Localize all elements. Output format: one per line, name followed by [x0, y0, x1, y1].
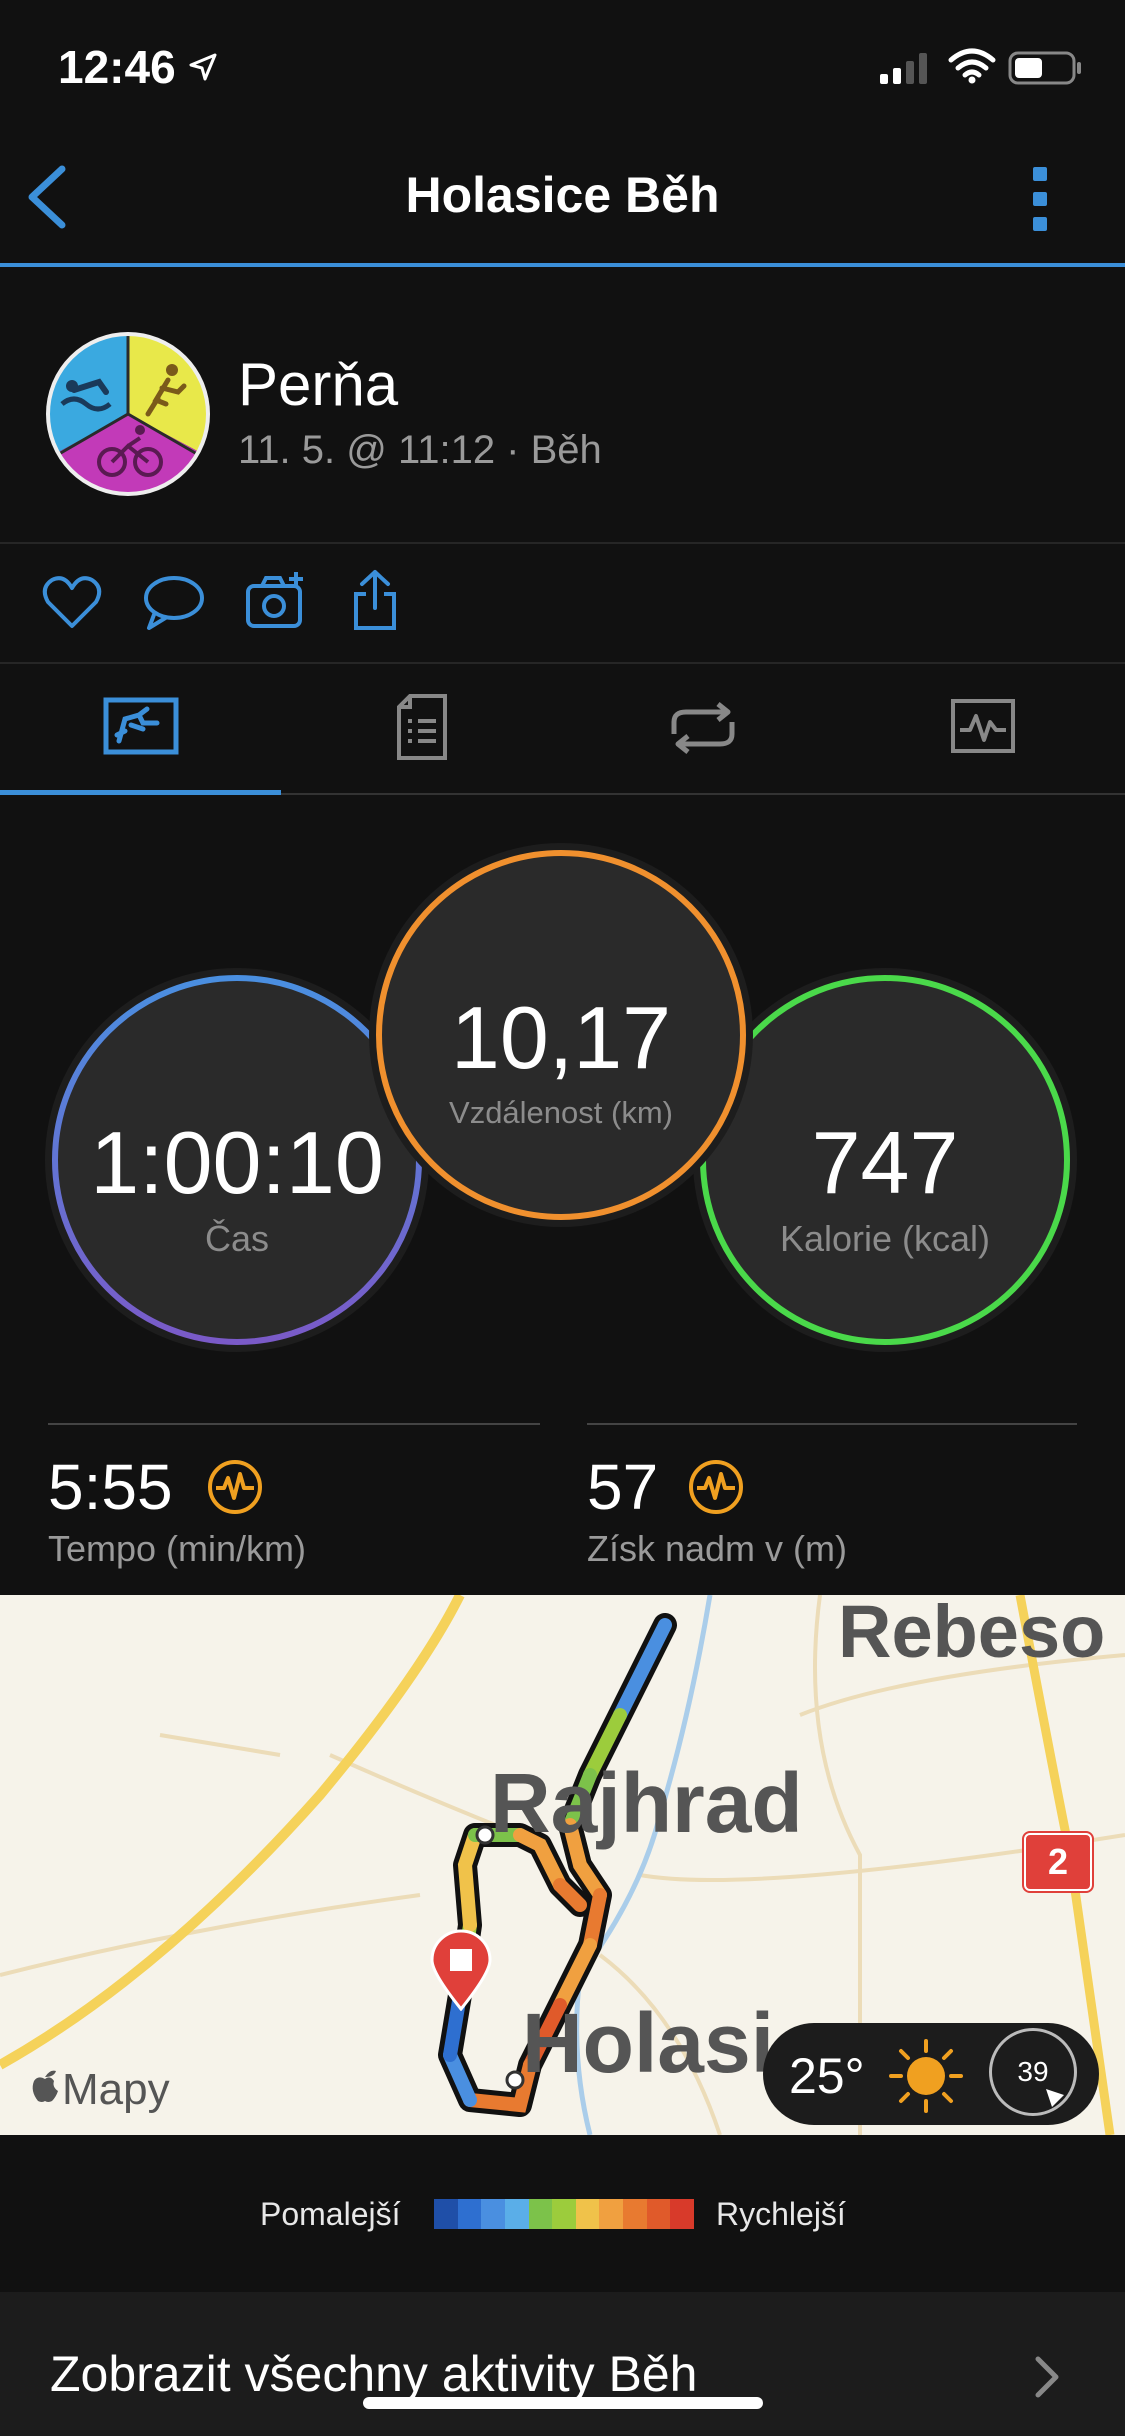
pace-color-legend	[434, 2199, 695, 2229]
aqi-dial: 39	[989, 2028, 1077, 2116]
distance-value: 10,17	[450, 988, 672, 1087]
time-value: 1:00:10	[90, 1113, 384, 1212]
home-indicator[interactable]	[363, 2397, 763, 2409]
legend-faster-label: Rychlejší	[716, 2196, 846, 2232]
activity-meta: 11. 5. @ 11:12 · Běh	[238, 428, 602, 472]
map-label-holasice: Holasi	[522, 1996, 775, 2090]
road-number-text: 2	[1047, 1841, 1069, 1882]
aqi-pointer-icon	[1046, 2089, 1064, 2107]
calories-value: 747	[811, 1113, 959, 1212]
time-label: Čas	[204, 1218, 270, 1259]
heart-icon[interactable]	[42, 574, 102, 630]
pace-label: Tempo (min/km)	[48, 1528, 307, 1569]
weather-pill[interactable]: 25° 39	[763, 2023, 1099, 2125]
aqi-value: 39	[1017, 2056, 1049, 2087]
chevron-right-icon[interactable]	[1034, 2355, 1060, 2399]
legend-swatch	[552, 2199, 576, 2229]
route-map[interactable]: Rebeso Rajhrad Holasi 2 Mapy 25° 39	[0, 1595, 1125, 2135]
section-divider	[0, 542, 1125, 544]
share-icon[interactable]	[350, 568, 400, 632]
tab-active-indicator	[0, 790, 281, 795]
legend-swatch	[670, 2199, 695, 2229]
triathlon-avatar[interactable]	[44, 330, 212, 498]
finish-marker-icon[interactable]	[428, 1929, 494, 2011]
legend-swatch	[504, 2199, 529, 2229]
map-label-rajhrad: Rajhrad	[490, 1756, 803, 1850]
activity-insight-icon[interactable]	[206, 1458, 264, 1516]
legend-slower-label: Pomalejší	[260, 2196, 401, 2232]
map-label-rebeso: Rebeso	[838, 1595, 1106, 1673]
legend-swatch	[599, 2199, 624, 2229]
header-divider	[0, 263, 1125, 267]
metric-divider	[48, 1423, 540, 1425]
all-activities-link[interactable]: Zobrazit všechny aktivity Běh	[50, 2345, 698, 2403]
wifi-icon	[948, 48, 996, 84]
location-arrow-icon	[189, 53, 217, 81]
legend-swatch	[575, 2199, 600, 2229]
legend-swatch	[646, 2199, 671, 2229]
legend-swatch	[481, 2199, 505, 2229]
legend-swatch	[434, 2199, 458, 2229]
activity-insight-icon[interactable]	[687, 1458, 745, 1516]
tab-overview-icon[interactable]	[103, 697, 179, 755]
tab-details-icon[interactable]	[396, 693, 448, 761]
sun-icon	[889, 2039, 963, 2113]
map-attribution: Mapy	[62, 2065, 170, 2114]
section-divider	[0, 662, 1125, 664]
legend-swatch	[457, 2199, 482, 2229]
tab-laps-icon[interactable]	[666, 700, 740, 756]
battery-icon	[1008, 51, 1081, 85]
weather-temperature: 25°	[789, 2048, 865, 2104]
pace-value: 5:55	[48, 1451, 173, 1523]
more-options-icon[interactable]	[1030, 165, 1050, 233]
apple-logo-icon	[32, 2070, 58, 2102]
elevation-value: 57	[587, 1451, 659, 1523]
metric-divider	[587, 1423, 1077, 1425]
road-number-badge: 2	[1024, 1833, 1092, 1891]
comment-icon[interactable]	[143, 574, 205, 632]
legend-swatch	[623, 2199, 647, 2229]
tab-charts-icon[interactable]	[950, 698, 1016, 754]
calories-label: Kalorie (kcal)	[779, 1218, 991, 1259]
user-name[interactable]: Perňa	[238, 350, 398, 419]
elevation-label: Získ nadm v (m)	[587, 1528, 848, 1569]
status-time: 12:46	[58, 41, 176, 93]
page-title: Holasice Běh	[405, 167, 720, 223]
signal-icon	[880, 53, 927, 84]
distance-label: Vzdálenost (km)	[449, 1095, 673, 1130]
legend-swatch	[528, 2199, 553, 2229]
add-photo-icon[interactable]	[244, 570, 308, 630]
